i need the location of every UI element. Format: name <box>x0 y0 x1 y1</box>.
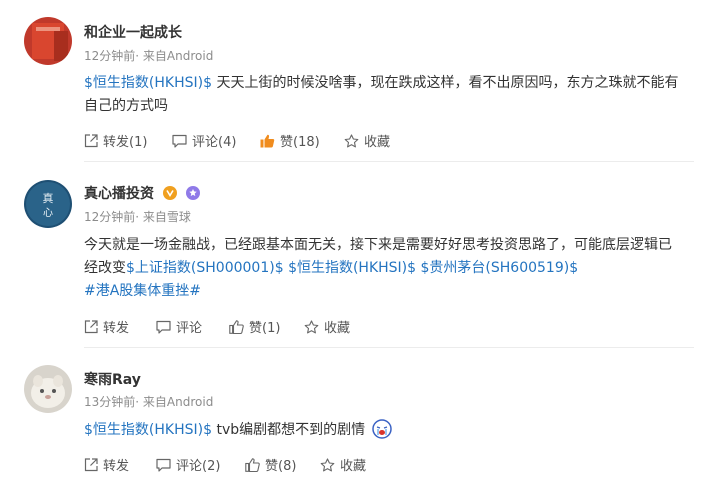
like-label: 赞(8) <box>265 459 297 474</box>
divider <box>84 347 694 348</box>
comment-button[interactable]: 评论 <box>156 317 202 336</box>
comment-button[interactable]: 评论(4) <box>172 131 236 150</box>
like-button[interactable]: 赞(8) <box>245 455 296 474</box>
post-source: 来自雪球 <box>142 210 191 224</box>
share-icon <box>84 457 98 471</box>
verified-v-badge <box>162 186 177 200</box>
comment-label: 评论(4) <box>192 135 237 150</box>
favorite-label: 收藏 <box>340 459 367 474</box>
post-meta: 13分钟前· 来自Android <box>84 393 213 410</box>
post-meta: 12分钟前· 来自雪球 <box>84 208 191 225</box>
divider <box>84 161 694 162</box>
meta-separator: · <box>135 395 143 409</box>
svg-text:真: 真 <box>43 191 54 205</box>
post-time[interactable]: 13分钟前 <box>84 395 135 409</box>
author-name[interactable]: 和企业一起成长 <box>84 22 182 42</box>
post-source: 来自Android <box>142 49 214 63</box>
favorite-label: 收藏 <box>324 321 351 336</box>
thumbs-up-icon <box>245 457 260 472</box>
star-icon <box>304 319 319 333</box>
avatar[interactable] <box>24 365 72 413</box>
author-name[interactable]: 寒雨Ray <box>84 369 141 389</box>
star-icon <box>344 133 359 147</box>
avatar[interactable] <box>24 17 72 65</box>
post-source: 来自Android <box>142 395 214 409</box>
repost-label: 转发 <box>103 459 130 474</box>
comment-label: 评论 <box>176 321 203 336</box>
favorite-button[interactable]: 收藏 <box>304 317 350 336</box>
favorite-button[interactable]: 收藏 <box>344 131 390 150</box>
stock-tag-link[interactable]: $恒生指数(HKHSI)$ <box>84 75 212 91</box>
svg-text:心: 心 <box>43 207 53 219</box>
like-button[interactable]: 赞(18) <box>260 131 320 150</box>
repost-button[interactable]: 转发 <box>84 455 129 474</box>
meta-separator: · <box>135 210 143 224</box>
repost-label: 转发(1) <box>103 135 148 150</box>
like-label: 赞(18) <box>280 135 320 150</box>
post-time[interactable]: 12分钟前 <box>84 210 135 224</box>
share-icon <box>84 133 98 147</box>
post-content: 今天就是一场金融战，已经跟基本面无关，接下来是需要好好思考投资思路了，可能底层逻… <box>84 234 684 303</box>
post-text: tvb编剧都想不到的剧情 <box>212 422 366 438</box>
repost-button[interactable]: 转发(1) <box>84 131 147 150</box>
favorite-button[interactable]: 收藏 <box>320 455 366 474</box>
crying-emoji-icon <box>371 419 392 447</box>
post-meta: 12分钟前· 来自Android <box>84 47 213 64</box>
like-label: 赞(1) <box>249 321 281 336</box>
post-content: $恒生指数(HKHSI)$ tvb编剧都想不到的剧情 <box>84 419 684 447</box>
stock-tag-link[interactable]: $上证指数(SH000001)$ <box>126 260 284 276</box>
comment-icon <box>156 458 171 472</box>
post-time[interactable]: 12分钟前 <box>84 49 135 63</box>
author-name: 真心播投资 <box>84 183 200 203</box>
stock-tag-link[interactable]: $恒生指数(HKHSI)$ <box>84 422 212 438</box>
post-content: $恒生指数(HKHSI)$ 天天上街的时候没啥事，现在跌成这样，看不出原因吗，东… <box>84 72 684 118</box>
comment-label: 评论(2) <box>176 459 221 474</box>
comment-icon <box>156 320 171 334</box>
repost-label: 转发 <box>103 321 130 336</box>
comment-icon <box>172 134 187 148</box>
author-name-label[interactable]: 真心播投资 <box>84 186 154 202</box>
share-icon <box>84 319 98 333</box>
favorite-label: 收藏 <box>364 135 391 150</box>
stock-tag-link[interactable]: $恒生指数(HKHSI)$ <box>288 260 416 276</box>
thumbs-up-icon <box>260 134 275 147</box>
thumbs-up-icon <box>229 319 244 334</box>
repost-button[interactable]: 转发 <box>84 317 129 336</box>
star-icon <box>320 457 335 471</box>
topic-tag-link[interactable]: #港A股集体重挫# <box>84 283 201 299</box>
avatar[interactable]: 真 心 <box>24 180 72 228</box>
comment-button[interactable]: 评论(2) <box>156 455 220 474</box>
like-button[interactable]: 赞(1) <box>229 317 280 336</box>
member-star-badge <box>185 186 200 200</box>
meta-separator: · <box>135 49 143 63</box>
stock-tag-link[interactable]: $贵州茅台(SH600519)$ <box>421 260 579 276</box>
